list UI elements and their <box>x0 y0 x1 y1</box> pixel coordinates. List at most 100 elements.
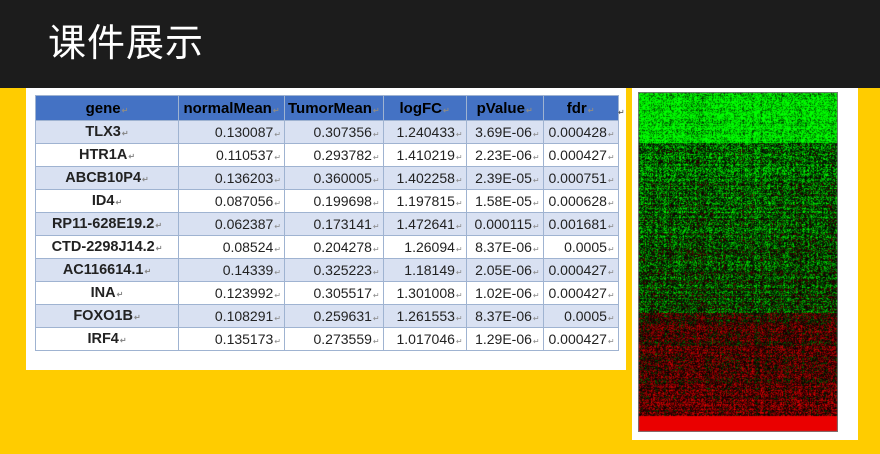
value-cell: 0.360005↵ <box>284 166 384 190</box>
column-header: pValue↵ <box>465 95 544 121</box>
value-cell: 0.123992↵ <box>178 281 285 305</box>
return-mark-icon: ↵ <box>121 129 129 138</box>
table-row: INA↵ 0.123992↵ 0.305517↵ 1.301008↵ 1.02E-06↵… <box>35 281 619 305</box>
value-cell: 0.000427↵ <box>542 143 619 167</box>
value-cell: 0.273559↵ <box>284 327 384 351</box>
value-cell: 0.001681↵ <box>542 212 619 236</box>
value-cell: 1.58E-05↵ <box>465 189 544 213</box>
value-cell: 0.110537↵ <box>178 143 285 167</box>
return-mark-icon: ↵ <box>119 336 127 345</box>
return-mark-icon: ↵ <box>274 337 281 346</box>
return-mark-icon: ↵ <box>372 176 380 185</box>
return-mark-icon: ↵ <box>532 130 540 139</box>
return-mark-icon: ↵ <box>372 199 380 208</box>
return-mark-icon: ↵ <box>372 105 380 115</box>
value-cell: 8.37E-06↵ <box>465 304 544 328</box>
return-mark-icon: ↵ <box>128 152 136 161</box>
return-mark-icon: ↵ <box>455 291 463 300</box>
return-mark-icon: ↵ <box>372 130 380 139</box>
return-mark-icon: ↵ <box>607 199 615 208</box>
return-mark-icon: ↵ <box>607 130 615 139</box>
return-mark-icon: ↵ <box>455 337 463 346</box>
value-cell: 0.136203↵ <box>178 166 285 190</box>
value-cell: 1.197815↵ <box>382 189 467 213</box>
return-mark-icon: ↵ <box>443 105 450 115</box>
return-mark-icon: ↵ <box>532 337 540 346</box>
value-cell: 2.23E-06↵ <box>465 143 544 167</box>
return-mark-icon: ↵ <box>455 130 463 139</box>
table-body: TLX3↵ 0.130087↵ 0.307356↵ 1.240433↵ 3.69E-06… <box>35 120 619 351</box>
table-row: FOXO1B↵ 0.108291↵ 0.259631↵ 1.261553↵ 8.37E-… <box>35 304 619 328</box>
header-bar: 课件展示 <box>0 0 880 88</box>
gene-cell: INA↵ <box>35 281 179 305</box>
return-mark-icon: ↵ <box>607 268 615 277</box>
return-mark-icon: ↵ <box>532 222 540 231</box>
value-cell: 1.261553↵ <box>382 304 467 328</box>
column-header: normalMean↵ <box>178 95 285 121</box>
value-cell: 0.204278↵ <box>284 235 384 259</box>
table-panel: gene↵ normalMean↵ TumorMean↵ logFC↵ pVal… <box>26 88 626 370</box>
return-mark-icon: ↵ <box>525 105 533 115</box>
table-row: HTR1A↵ 0.110537↵ 0.293782↵ 1.410219↵ 2.23E-0… <box>35 143 619 167</box>
return-mark-icon: ↵ <box>532 268 540 277</box>
table-row: ABCB10P4↵ 0.136203↵ 0.360005↵ 1.402258↵ 2.39… <box>35 166 619 190</box>
return-mark-icon: ↵ <box>455 268 463 277</box>
gene-cell: RP11-628E19.2↵ <box>35 212 179 236</box>
column-header: TumorMean↵ <box>284 95 384 121</box>
value-cell: 1.472641↵ <box>382 212 467 236</box>
value-cell: 1.410219↵ <box>382 143 467 167</box>
value-cell: 0.087056↵ <box>178 189 285 213</box>
return-mark-icon: ↵ <box>607 291 615 300</box>
table-row: AC116614.1↵ 0.14339↵ 0.325223↵ 1.18149↵ 2.05… <box>35 258 619 282</box>
value-cell: 1.02E-06↵ <box>465 281 544 305</box>
gene-table: gene↵ normalMean↵ TumorMean↵ logFC↵ pVal… <box>35 95 619 351</box>
gene-cell: TLX3↵ <box>35 120 179 144</box>
value-cell: 0.0005↵ <box>542 304 619 328</box>
return-mark-icon: ↵ <box>532 291 540 300</box>
table-row: TLX3↵ 0.130087↵ 0.307356↵ 1.240433↵ 3.69E-06… <box>35 120 619 144</box>
value-cell: 0.000628↵ <box>542 189 619 213</box>
return-mark-icon: ↵ <box>455 314 463 323</box>
return-mark-icon: ↵ <box>607 314 615 323</box>
value-cell: 0.08524↵ <box>178 235 285 259</box>
return-mark-icon: ↵ <box>272 105 280 115</box>
value-cell: 0.000427↵ <box>542 258 619 282</box>
return-mark-icon: ↵ <box>607 176 615 185</box>
return-mark-icon: ↵ <box>372 291 380 300</box>
column-header: fdr↵ <box>542 95 619 121</box>
return-mark-icon: ↵ <box>144 267 152 276</box>
return-mark-icon: ↵ <box>372 337 380 346</box>
value-cell: 2.05E-06↵ <box>465 258 544 282</box>
value-cell: 8.37E-06↵ <box>465 235 544 259</box>
value-cell: 0.307356↵ <box>284 120 384 144</box>
value-cell: 0.293782↵ <box>284 143 384 167</box>
return-mark-icon: ↵ <box>587 105 595 115</box>
return-mark-icon: ↵ <box>142 175 149 184</box>
value-cell: 0.000751↵ <box>542 166 619 190</box>
return-mark-icon: ↵ <box>372 314 380 323</box>
return-mark-icon: ↵ <box>455 153 463 162</box>
value-cell: 0.325223↵ <box>284 258 384 282</box>
return-mark-icon: ↵ <box>607 153 615 162</box>
return-mark-icon: ↵ <box>115 198 123 207</box>
return-mark-icon: ↵ <box>532 199 540 208</box>
gene-cell: ID4↵ <box>35 189 179 213</box>
return-mark-icon: ↵ <box>121 105 129 115</box>
value-cell: 1.017046↵ <box>382 327 467 351</box>
value-cell: 1.18149↵ <box>382 258 467 282</box>
value-cell: 0.000115↵ <box>465 212 544 236</box>
return-mark-icon: ↵ <box>455 222 463 231</box>
value-cell: 0.173141↵ <box>284 212 384 236</box>
value-cell: 1.402258↵ <box>382 166 467 190</box>
return-mark-icon: ↵ <box>532 153 540 162</box>
value-cell: 0.199698↵ <box>284 189 384 213</box>
value-cell: 0.108291↵ <box>178 304 285 328</box>
return-mark-icon: ↵ <box>532 314 540 323</box>
value-cell: 0.305517↵ <box>284 281 384 305</box>
return-mark-icon: ↵ <box>532 176 540 185</box>
return-mark-icon: ↵ <box>274 245 281 254</box>
heatmap-panel <box>632 88 858 440</box>
return-mark-icon: ↵ <box>116 290 124 299</box>
return-mark-icon: ↵ <box>274 176 281 185</box>
return-mark-icon: ↵ <box>455 176 463 185</box>
